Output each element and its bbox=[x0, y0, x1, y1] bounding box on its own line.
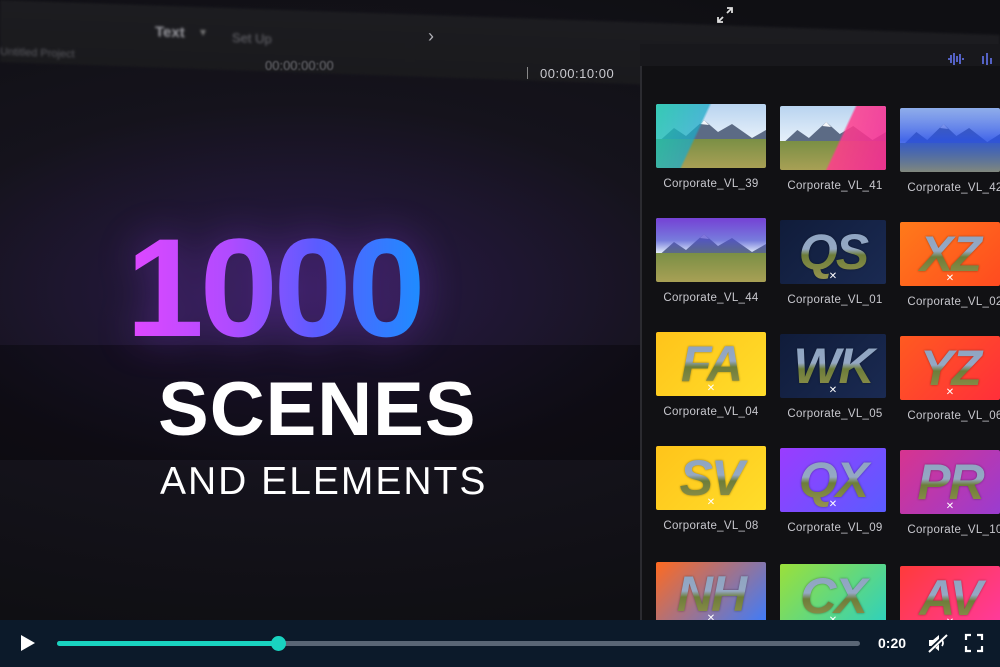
hero-title: SCENES bbox=[158, 367, 477, 452]
seek-bar[interactable] bbox=[57, 636, 860, 651]
template-thumbnail[interactable]: XZ ✕ bbox=[900, 222, 1000, 286]
menu-label-secondary: Set Up bbox=[232, 30, 272, 47]
template-thumbnail[interactable] bbox=[780, 106, 886, 170]
close-icon: ✕ bbox=[945, 501, 955, 512]
project-label: Untitled Project bbox=[0, 46, 75, 61]
thumbnail-letters: AV bbox=[900, 568, 1000, 620]
thumbnail-caption: Corporate_VL_09 bbox=[787, 522, 883, 534]
template-thumbnail[interactable]: QS ✕ bbox=[780, 220, 886, 284]
audio-meter-icon bbox=[982, 53, 992, 65]
close-icon: ✕ bbox=[828, 499, 838, 510]
thumbnail-letters: NH bbox=[656, 564, 766, 620]
seek-progress bbox=[57, 641, 278, 646]
template-thumbnail[interactable]: CX✕ bbox=[780, 564, 886, 620]
expand-icon bbox=[717, 7, 733, 23]
template-thumbnail[interactable]: PR ✕ bbox=[900, 450, 1000, 514]
menu-label: Text bbox=[155, 23, 185, 42]
video-frame[interactable]: Text ▾ Set Up Untitled Project › 00:00:0… bbox=[0, 0, 1000, 620]
fullscreen-icon[interactable] bbox=[964, 633, 984, 653]
thumbnail-caption: Corporate_VL_01 bbox=[787, 294, 883, 306]
audio-waveform-icon bbox=[948, 53, 964, 65]
mute-icon[interactable] bbox=[926, 632, 950, 654]
seek-handle[interactable] bbox=[270, 636, 286, 651]
player-controls: 0:20 bbox=[0, 620, 1000, 667]
thumbnail-caption: Corporate_VL_10 bbox=[907, 524, 1000, 536]
close-icon: ✕ bbox=[706, 497, 716, 508]
hero-number: 1000 bbox=[126, 209, 425, 366]
thumbnail-caption: Corporate_VL_04 bbox=[663, 406, 759, 418]
template-thumbnail[interactable] bbox=[656, 218, 766, 282]
thumbnail-caption: Corporate_VL_41 bbox=[787, 180, 883, 192]
template-thumbnail[interactable]: AV✕ bbox=[900, 566, 1000, 620]
template-thumbnail[interactable] bbox=[656, 104, 766, 168]
template-thumbnail[interactable]: WK ✕ bbox=[780, 334, 886, 398]
thumbnail-letters: CX bbox=[780, 566, 886, 620]
thumbnail-caption: Corporate_VL_42 bbox=[907, 182, 1000, 194]
template-thumbnail[interactable]: NH ✕ bbox=[656, 562, 766, 620]
current-time: 0:20 bbox=[878, 635, 907, 651]
thumbnail-caption: Corporate_VL_05 bbox=[787, 408, 883, 420]
timecode-start: 00:00:00:00 bbox=[265, 58, 334, 73]
chevron-right-icon: › bbox=[428, 26, 434, 46]
thumbnail-caption: Corporate_VL_08 bbox=[663, 520, 759, 532]
play-icon[interactable] bbox=[16, 632, 38, 654]
close-icon: ✕ bbox=[828, 271, 838, 282]
thumbnail-caption: Corporate_VL_02 bbox=[907, 296, 1000, 308]
template-thumbnail[interactable]: SV ✕ bbox=[656, 446, 766, 510]
thumbnail-caption: Corporate_VL_39 bbox=[663, 178, 759, 190]
template-thumbnail[interactable]: QX ✕ bbox=[780, 448, 886, 512]
hero-subtitle: AND ELEMENTS bbox=[160, 460, 488, 503]
close-icon: ✕ bbox=[706, 613, 716, 620]
template-thumbnail[interactable]: FA ✕ bbox=[656, 332, 766, 396]
close-icon: ✕ bbox=[828, 385, 838, 396]
thumbnail-caption: Corporate_VL_44 bbox=[663, 292, 759, 304]
timecode-end: 00:00:10:00 bbox=[540, 66, 615, 81]
close-icon: ✕ bbox=[945, 387, 955, 398]
template-thumbnail[interactable] bbox=[900, 108, 1000, 172]
template-thumbnail[interactable]: YZ ✕ bbox=[900, 336, 1000, 400]
close-icon: ✕ bbox=[706, 383, 716, 394]
menu-dropdown-icon: ▾ bbox=[200, 24, 207, 40]
thumbnail-caption: Corporate_VL_06 bbox=[907, 410, 1000, 422]
close-icon: ✕ bbox=[945, 273, 955, 284]
timecode-divider bbox=[527, 67, 528, 79]
